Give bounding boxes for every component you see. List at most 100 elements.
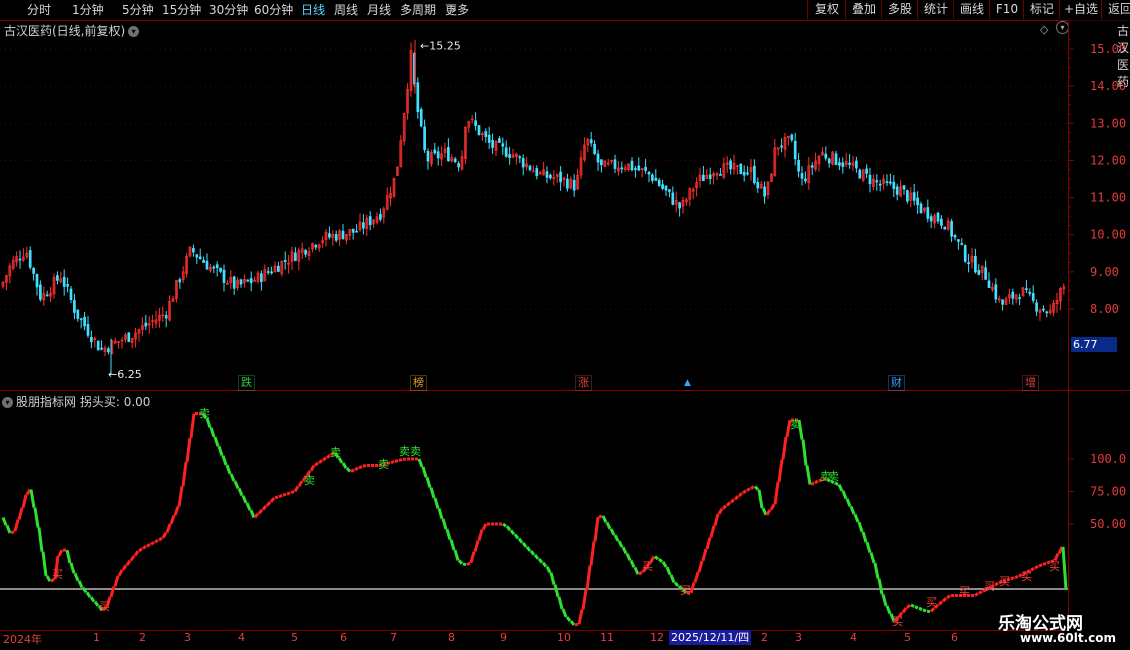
indicator-segment xyxy=(253,512,260,519)
candle-body xyxy=(96,340,100,351)
indicator-segment xyxy=(922,608,927,613)
indicator-segment xyxy=(837,483,844,492)
indicator-segment xyxy=(605,521,612,530)
indicator-segment xyxy=(598,514,603,519)
candle-body xyxy=(630,160,634,171)
indicator-segment xyxy=(185,437,192,463)
candle-body xyxy=(477,125,481,135)
candle-body xyxy=(532,170,535,173)
candle-body xyxy=(457,163,460,168)
candle-body xyxy=(1045,311,1049,314)
event-badge[interactable]: 跌 xyxy=(238,375,255,391)
event-badge[interactable]: 财 xyxy=(888,375,905,391)
indicator-segment xyxy=(781,436,788,460)
event-badge[interactable]: 涨 xyxy=(575,375,592,391)
indicator-segment xyxy=(390,460,395,465)
candle-body xyxy=(793,140,797,160)
candle-body xyxy=(790,134,794,141)
indicator-segment xyxy=(425,476,432,489)
indicator-segment xyxy=(109,585,116,598)
indicator-segment xyxy=(81,586,88,594)
indicator-segment xyxy=(146,543,151,548)
x-axis-label: 4 xyxy=(850,631,857,644)
indicator-segment xyxy=(713,513,720,526)
indicator-segment xyxy=(437,507,444,520)
indicator-segment xyxy=(282,492,287,497)
indicator-segment xyxy=(865,541,872,554)
indicator-segment xyxy=(445,528,452,541)
indicator-segment xyxy=(697,560,704,573)
indicator-segment xyxy=(841,490,848,500)
indicator-segment xyxy=(158,536,163,542)
candle-body xyxy=(756,181,760,189)
buy-signal: 买 xyxy=(52,568,63,581)
indicator-segment xyxy=(469,551,476,564)
candle-body xyxy=(32,267,35,274)
indicator-segment xyxy=(449,539,456,551)
indicator-segment xyxy=(477,529,484,542)
event-badge[interactable]: 增 xyxy=(1022,375,1039,391)
candle-body xyxy=(270,271,273,274)
indicator-segment xyxy=(402,457,407,461)
x-axis-label: 1 xyxy=(93,631,100,644)
y-tick-label: 8.00 xyxy=(1090,302,1119,316)
indicator-segment xyxy=(617,540,624,548)
candle-body xyxy=(212,266,216,269)
buy-signal: 买 xyxy=(680,584,691,597)
chevron-down-icon[interactable]: ▾ xyxy=(2,397,13,408)
candle-body xyxy=(963,245,967,262)
x-axis-label: 2 xyxy=(761,631,768,644)
indicator-segment xyxy=(318,459,323,465)
indicator-segment xyxy=(857,521,864,533)
indicator-segment xyxy=(661,560,668,568)
candle-body xyxy=(73,299,76,313)
indicator-segment xyxy=(810,481,815,486)
indicator-segment xyxy=(705,536,712,550)
kline-chart[interactable]: 15.0014.0013.0012.0011.0010.009.008.00←1… xyxy=(0,0,1130,650)
candle-body xyxy=(86,324,90,336)
indicator-segment xyxy=(609,528,616,536)
indicator-segment xyxy=(354,466,359,472)
indicator-segment xyxy=(693,571,700,583)
candle-body xyxy=(797,159,800,172)
indicator-segment xyxy=(245,502,252,511)
event-badge[interactable]: 榜 xyxy=(410,375,427,391)
candle-body xyxy=(1018,297,1021,299)
candle-body xyxy=(885,181,889,183)
buy-signal: 买 xyxy=(926,596,937,609)
candle-body xyxy=(69,288,73,300)
indicator-name: 股朋指标网 xyxy=(16,395,77,409)
candle-body xyxy=(858,169,862,179)
indicator-segment xyxy=(581,589,588,610)
x-axis-label: 9 xyxy=(500,631,507,644)
indicator-segment xyxy=(297,480,304,488)
candle-body xyxy=(994,284,998,300)
candle-body xyxy=(984,267,987,280)
candle-body xyxy=(719,174,722,176)
indicator-segment xyxy=(1061,546,1068,590)
watermark-url: www.60lt.com xyxy=(1020,631,1117,645)
candle-body xyxy=(76,309,80,319)
indicator-segment xyxy=(853,513,860,523)
indicator-y-tick-label: 100.0 xyxy=(1090,452,1126,466)
indicator-segment xyxy=(441,518,448,530)
candle-body xyxy=(423,126,426,151)
indicator-segment xyxy=(761,507,768,516)
candle-body xyxy=(702,174,705,182)
candle-body xyxy=(912,192,916,201)
x-axis-label: 3 xyxy=(795,631,802,644)
indicator-segment xyxy=(358,465,363,470)
candle-body xyxy=(164,315,168,319)
candle-body xyxy=(902,185,906,190)
indicator-segment xyxy=(165,523,172,534)
candle-body xyxy=(729,160,732,170)
indicator-segment xyxy=(173,506,180,516)
indicator-segment xyxy=(517,537,524,544)
indicator-segment xyxy=(121,564,128,571)
indicator-segment xyxy=(569,620,576,626)
indicator-segment xyxy=(421,466,428,478)
candle-body xyxy=(239,279,243,285)
indicator-segment xyxy=(89,596,96,603)
indicator-segment xyxy=(113,575,120,587)
sell-signal: 卖 xyxy=(304,474,315,487)
